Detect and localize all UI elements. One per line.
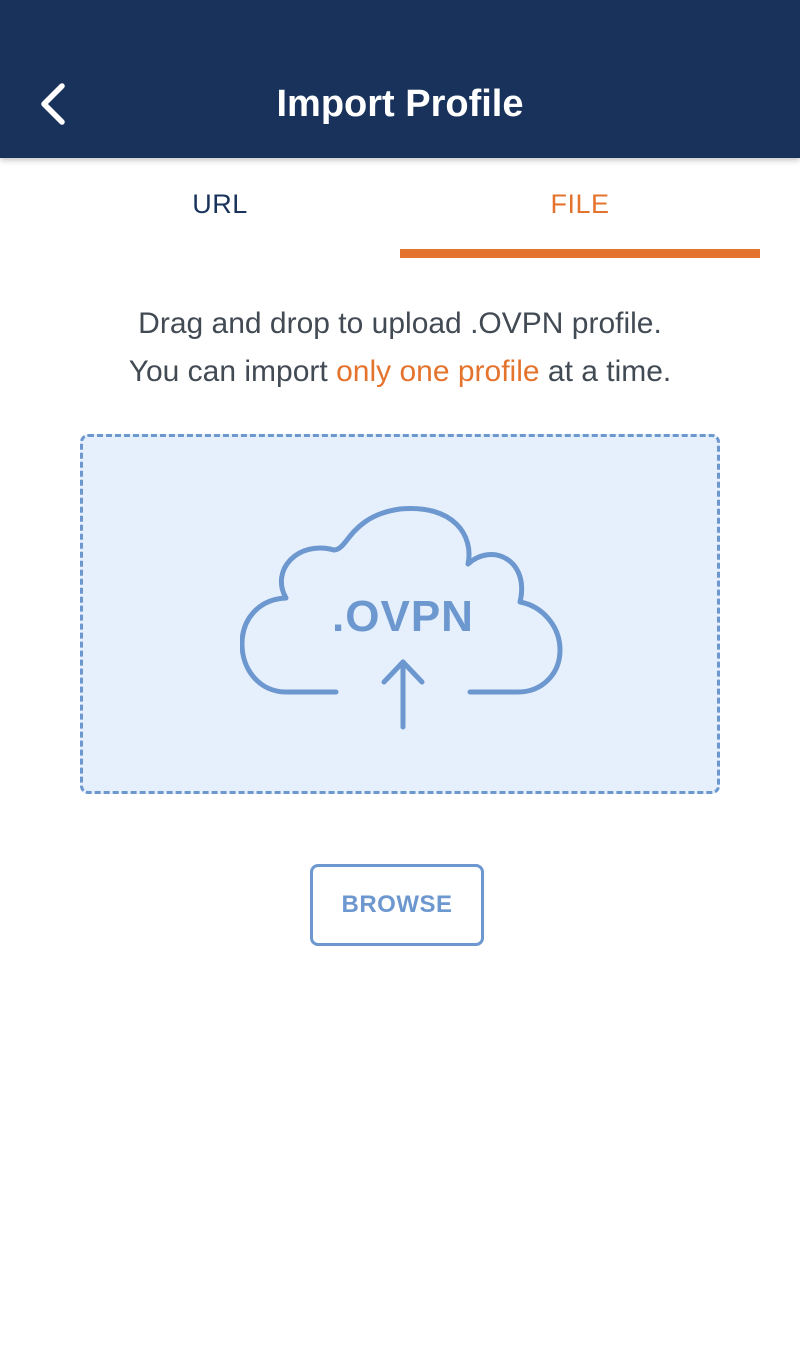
ovpn-icon-label: .OVPN bbox=[332, 592, 474, 641]
tab-bar: URL FILE bbox=[40, 158, 760, 258]
instruction-line-2: You can import only one profile at a tim… bbox=[0, 348, 800, 396]
app-header: Import Profile bbox=[0, 0, 800, 158]
instruction-line-1: Drag and drop to upload .OVPN profile. bbox=[138, 307, 662, 340]
page-title: Import Profile bbox=[276, 83, 524, 125]
file-dropzone[interactable]: .OVPN bbox=[80, 434, 720, 794]
instruction-text-after: at a time. bbox=[539, 355, 672, 388]
tab-file-label: FILE bbox=[550, 189, 610, 219]
instruction-text-before: You can import bbox=[128, 355, 337, 388]
instruction-highlight: only one profile bbox=[336, 355, 540, 388]
tab-url-label: URL bbox=[192, 189, 248, 219]
upload-instructions: Drag and drop to upload .OVPN profile. Y… bbox=[0, 300, 800, 396]
tab-file[interactable]: FILE bbox=[400, 158, 760, 258]
browse-button[interactable]: BROWSE bbox=[310, 864, 484, 946]
tab-url[interactable]: URL bbox=[40, 158, 400, 258]
active-tab-indicator bbox=[400, 249, 760, 258]
